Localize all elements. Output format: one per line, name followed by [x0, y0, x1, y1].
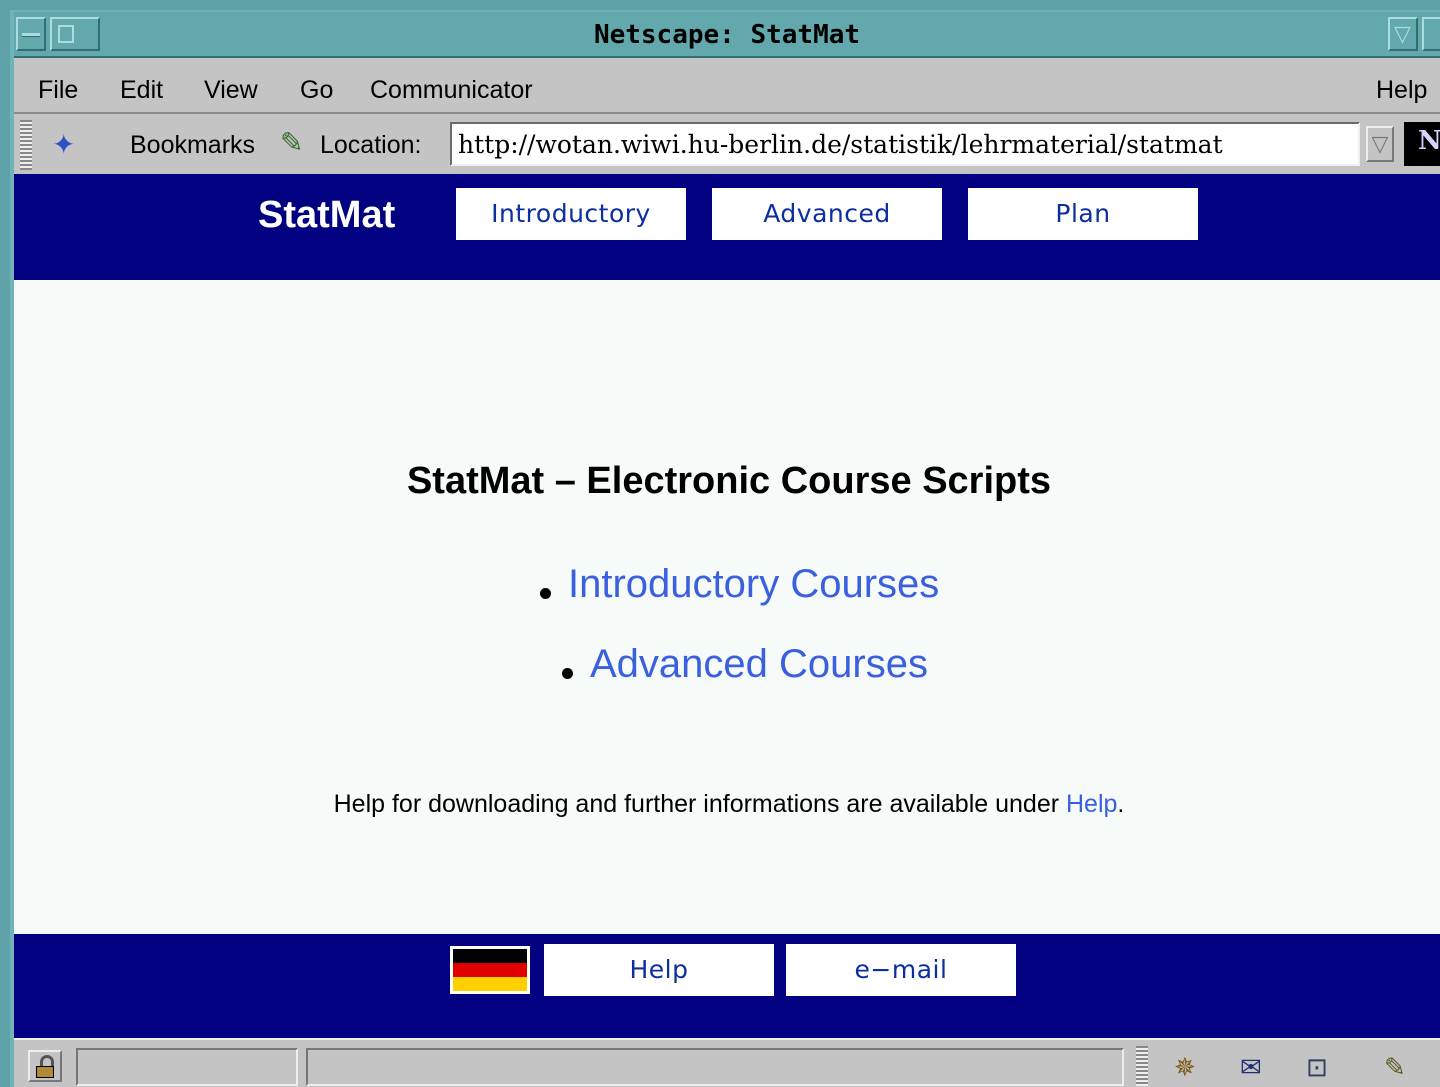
- german-flag-icon[interactable]: [450, 946, 530, 994]
- lock-body: [36, 1066, 54, 1078]
- list-bullet: [540, 588, 551, 599]
- help-paragraph: Help for downloading and further informa…: [14, 790, 1440, 819]
- component-bar-grip[interactable]: [1136, 1046, 1148, 1086]
- page-heading: StatMat – Electronic Course Scripts: [406, 460, 1052, 502]
- bookmarks-icon[interactable]: ✦: [52, 128, 75, 161]
- progress-field: [76, 1048, 298, 1086]
- location-label: Location:: [320, 131, 422, 159]
- menu-file[interactable]: File: [38, 76, 78, 105]
- introductory-courses-link[interactable]: Introductory Courses: [568, 562, 939, 607]
- page-content: StatMat Introductory Advanced Plan StatM…: [14, 174, 1440, 1038]
- nav-advanced-button[interactable]: Advanced: [712, 188, 942, 240]
- menu-communicator[interactable]: Communicator: [370, 76, 533, 105]
- advanced-courses-link[interactable]: Advanced Courses: [590, 642, 928, 687]
- brand-title: StatMat: [258, 194, 396, 236]
- maximize-button[interactable]: [1422, 17, 1440, 51]
- url-dropdown-button[interactable]: ▽: [1366, 126, 1394, 162]
- nav-plan-button[interactable]: Plan: [968, 188, 1198, 240]
- window-title: Netscape: StatMat: [593, 20, 861, 50]
- nav-introductory-button[interactable]: Introductory: [456, 188, 686, 240]
- top-navigation: StatMat Introductory Advanced Plan: [14, 174, 1440, 280]
- help-text-end: .: [1117, 790, 1125, 818]
- minimize-button[interactable]: ▽: [1388, 17, 1418, 51]
- chevron-down-icon: ▽: [1371, 131, 1389, 156]
- footer-navigation: Help e−mail: [14, 934, 1440, 1038]
- browser-window: Netscape: StatMat ▽ File Edit View Go Co…: [10, 10, 1440, 1087]
- help-text: Help for downloading and further informa…: [333, 790, 1066, 818]
- title-bar: Netscape: StatMat ▽: [14, 12, 1440, 58]
- footer-help-button[interactable]: Help: [544, 944, 774, 996]
- location-toolbar: ✦ Bookmarks ✎ Location: http://wotan.wiw…: [14, 116, 1440, 174]
- flag-stripe-gold: [453, 977, 527, 991]
- menu-help[interactable]: Help: [1376, 76, 1427, 105]
- menu-view[interactable]: View: [204, 76, 258, 105]
- navigator-icon[interactable]: ✵: [1174, 1052, 1196, 1083]
- triangle-down-icon: ▽: [1394, 21, 1411, 46]
- location-icon: ✎: [280, 127, 304, 158]
- discussions-icon[interactable]: ⊡: [1306, 1052, 1328, 1083]
- footer-email-button[interactable]: e−mail: [786, 944, 1016, 996]
- security-lock-icon[interactable]: [28, 1050, 62, 1082]
- composer-icon[interactable]: ✎: [1384, 1052, 1406, 1083]
- toolbar-grip-handle[interactable]: [20, 120, 32, 170]
- url-input[interactable]: http://wotan.wiwi.hu-berlin.de/statistik…: [450, 122, 1360, 166]
- flag-stripe-black: [453, 949, 527, 963]
- help-link[interactable]: Help: [1066, 790, 1117, 818]
- status-bar: ✵ ✉ ⊡ ✎: [14, 1038, 1440, 1087]
- flag-stripe-red: [453, 963, 527, 977]
- menu-bar: File Edit View Go Communicator Help: [14, 60, 1440, 114]
- menu-edit[interactable]: Edit: [120, 76, 163, 105]
- bookmarks-button[interactable]: Bookmarks: [130, 131, 255, 160]
- status-message-field: [306, 1048, 1124, 1086]
- netscape-logo: N: [1404, 122, 1440, 166]
- mail-icon[interactable]: ✉: [1240, 1052, 1262, 1083]
- list-bullet: [562, 668, 573, 679]
- menu-go[interactable]: Go: [300, 76, 333, 105]
